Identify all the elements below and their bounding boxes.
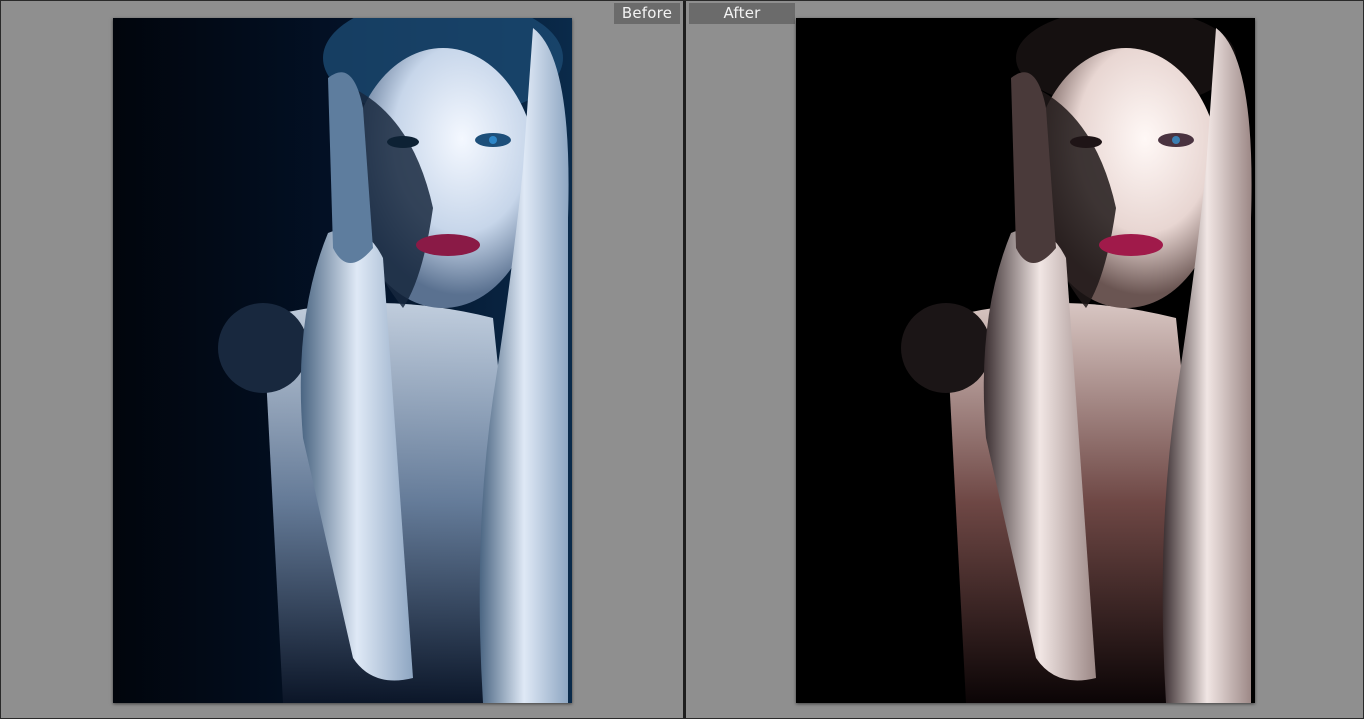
after-label: After — [689, 3, 795, 24]
before-label: Before — [614, 3, 680, 24]
split-divider[interactable] — [683, 1, 686, 718]
after-photo[interactable] — [796, 18, 1255, 703]
before-photo-image — [113, 18, 572, 703]
after-photo-image — [796, 18, 1255, 703]
before-photo[interactable] — [113, 18, 572, 703]
before-panel: Before — [1, 1, 683, 718]
compare-view: Before After — [0, 0, 1364, 719]
